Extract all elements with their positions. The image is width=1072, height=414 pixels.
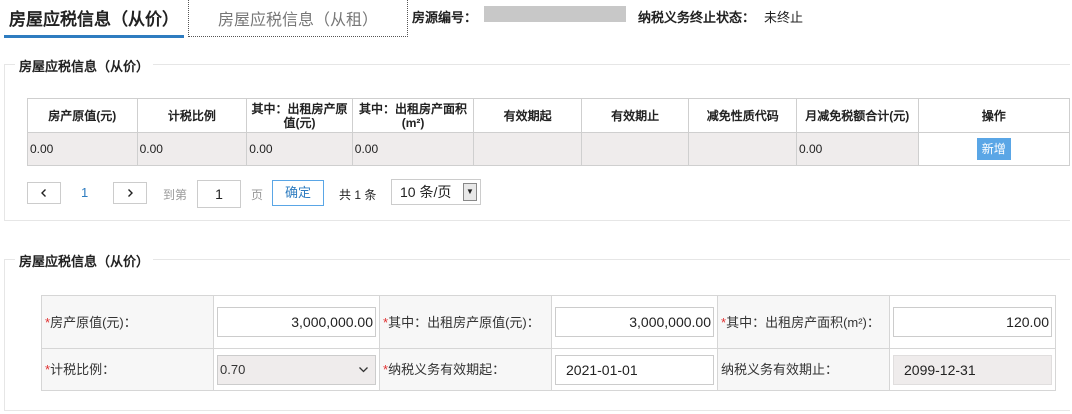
column-header: 操作 bbox=[917, 98, 1070, 133]
end-date-readonly: 2099-12-31 bbox=[893, 354, 1052, 385]
table-row[interactable]: 0.00 0.00 0.00 0.00 0.00 新增 bbox=[27, 132, 1070, 166]
column-header: 房产原值(元) bbox=[27, 98, 138, 133]
field-label: 纳税义务有效期止： bbox=[717, 348, 890, 391]
column-header: 减免性质代码 bbox=[688, 98, 797, 133]
table-cell bbox=[688, 132, 797, 166]
section-title: 房屋应税信息（从价） bbox=[15, 251, 154, 270]
table-cell: 0.00 bbox=[246, 132, 353, 166]
section-title: 房屋应税信息（从价） bbox=[15, 56, 154, 75]
goto-label: 到第 bbox=[163, 188, 188, 202]
column-header: 其中：出租房产面积(m²) bbox=[351, 98, 475, 133]
table-header-row: 房产原值(元) 计税比例 其中：出租房产原值(元) 其中：出租房产面积(m²) … bbox=[27, 98, 1070, 133]
table-cell: 0.00 bbox=[136, 132, 248, 166]
rent-original-value-input[interactable]: 3,000,000.00 bbox=[555, 307, 714, 337]
chevron-right-icon bbox=[128, 189, 133, 197]
tax-info-form-panel: 房屋应税信息（从价） *房产原值(元)： 3,000,000.00 *其中：出租… bbox=[4, 251, 1070, 411]
tax-status-label: 纳税义务终止状态： bbox=[638, 10, 756, 25]
start-date-input[interactable]: 2021-01-01 bbox=[555, 354, 714, 385]
form-row: *房产原值(元)： 3,000,000.00 *其中：出租房产原值(元)： 3,… bbox=[41, 295, 1056, 349]
tax-info-form: *房产原值(元)： 3,000,000.00 *其中：出租房产原值(元)： 3,… bbox=[41, 295, 1056, 391]
table-cell: 0.00 bbox=[27, 132, 138, 166]
tab-housing-tax-by-rent[interactable]: 房屋应税信息（从租） bbox=[188, 0, 408, 37]
field-label: *计税比例： bbox=[41, 348, 214, 391]
table-cell bbox=[473, 132, 582, 166]
chevron-down-icon: ▼ bbox=[463, 183, 477, 201]
field-cell: 120.00 bbox=[889, 295, 1056, 349]
column-header: 其中：出租房产原值(元) bbox=[246, 98, 353, 133]
tax-ratio-select[interactable]: 0.70 bbox=[217, 354, 376, 385]
confirm-page-button[interactable]: 确定 bbox=[272, 180, 324, 206]
next-page-button[interactable] bbox=[113, 182, 147, 204]
add-button[interactable]: 新增 bbox=[976, 138, 1011, 160]
column-header: 计税比例 bbox=[136, 98, 248, 133]
form-row: *计税比例： 0.70 *纳税义务有效期起： 2021-01-01 纳税义务有效… bbox=[41, 348, 1056, 391]
tab-housing-tax-by-value[interactable]: 房屋应税信息（从价） bbox=[4, 0, 184, 38]
table-cell: 0.00 bbox=[351, 132, 475, 166]
chevron-down-icon bbox=[358, 356, 369, 395]
column-header: 月减免税额合计(元) bbox=[795, 98, 919, 133]
page-size-value: 10 条/页 bbox=[400, 184, 452, 200]
table-cell bbox=[580, 132, 690, 166]
property-no-label: 房源编号： bbox=[412, 10, 478, 25]
column-header: 有效期起 bbox=[473, 98, 582, 133]
page-size-select[interactable]: 10 条/页 ▼ bbox=[391, 179, 481, 205]
property-no-value-masked bbox=[484, 6, 626, 22]
field-label: *其中：出租房产原值(元)： bbox=[379, 295, 552, 349]
field-label: *房产原值(元)： bbox=[41, 295, 214, 349]
original-value-input[interactable]: 3,000,000.00 bbox=[217, 307, 376, 337]
rent-area-input[interactable]: 120.00 bbox=[893, 307, 1052, 337]
field-cell: 0.70 bbox=[213, 348, 380, 391]
field-cell: 3,000,000.00 bbox=[213, 295, 380, 349]
page-unit-label: 页 bbox=[251, 188, 264, 202]
field-cell: 2099-12-31 bbox=[889, 348, 1056, 391]
prev-page-button[interactable] bbox=[27, 182, 61, 204]
field-label: *其中：出租房产面积(m²)： bbox=[717, 295, 890, 349]
field-cell: 3,000,000.00 bbox=[551, 295, 718, 349]
tax-info-grid-panel: 房屋应税信息（从价） 房产原值(元) 计税比例 其中：出租房产原值(元) 其中：… bbox=[4, 56, 1070, 221]
tax-status-value: 未终止 bbox=[764, 10, 804, 25]
tab-bar: 房屋应税信息（从价） 房屋应税信息（从租） 房源编号： 纳税义务终止状态： 未终… bbox=[0, 0, 1072, 40]
total-count: 共 1 条 bbox=[339, 188, 377, 202]
table-cell: 0.00 bbox=[795, 132, 919, 166]
current-page-number[interactable]: 1 bbox=[81, 185, 88, 200]
tax-info-table: 房产原值(元) 计税比例 其中：出租房产原值(元) 其中：出租房产面积(m²) … bbox=[27, 98, 1070, 166]
pagination: 1 到第 1 页 确定 共 1 条 10 条/页 ▼ bbox=[27, 179, 627, 208]
goto-page-input[interactable]: 1 bbox=[197, 180, 241, 208]
table-cell-actions: 新增 bbox=[917, 132, 1070, 166]
column-header: 有效期止 bbox=[580, 98, 690, 133]
chevron-left-icon bbox=[41, 189, 46, 197]
field-label: *纳税义务有效期起： bbox=[379, 348, 552, 391]
field-cell: 2021-01-01 bbox=[551, 348, 718, 391]
